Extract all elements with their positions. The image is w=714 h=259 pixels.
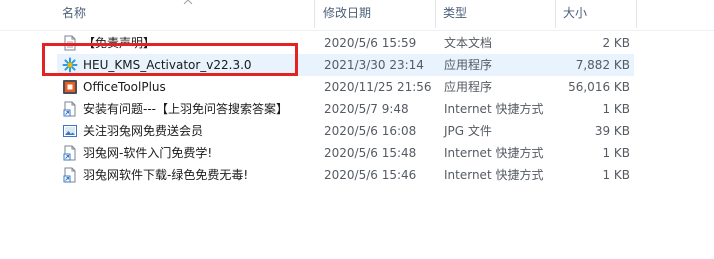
file-name: OfficeToolPlus: [83, 80, 166, 94]
internet-shortcut-icon: [63, 167, 76, 183]
column-header-type[interactable]: 类型: [443, 0, 467, 28]
file-date: 2020/5/6 15:59: [324, 36, 417, 50]
file-name: 羽兔网-软件入门免费学!: [83, 146, 213, 160]
file-row[interactable]: 关注羽兔网免费送会员 2020/5/6 16:08 JPG 文件 39 KB: [0, 120, 714, 142]
file-size: 39 KB: [594, 124, 630, 138]
file-date: 2020/5/6 15:46: [324, 168, 417, 182]
file-row[interactable]: OfficeToolPlus 2020/11/25 21:56 应用程序 56,…: [0, 76, 714, 98]
file-date: 2020/5/6 16:08: [324, 124, 417, 138]
internet-shortcut-icon: [63, 101, 76, 117]
file-date: 2020/11/25 21:56: [324, 80, 432, 94]
file-type: JPG 文件: [444, 124, 492, 138]
file-size: 1 KB: [602, 168, 630, 182]
file-date: 2021/3/30 23:14: [324, 58, 424, 72]
file-row[interactable]: 羽兔网-软件入门免费学! 2020/5/6 15:48 Internet 快捷方…: [0, 142, 714, 164]
file-size: 1 KB: [602, 102, 630, 116]
column-divider[interactable]: [636, 0, 637, 28]
file-size: 1 KB: [602, 146, 630, 160]
internet-shortcut-icon: [63, 145, 76, 161]
file-type: 应用程序: [444, 58, 493, 72]
file-type: 应用程序: [444, 80, 493, 94]
column-header-date[interactable]: 修改日期: [323, 0, 371, 28]
sort-up-arrow-icon: [183, 0, 193, 5]
file-row[interactable]: 羽兔网软件下载-绿色免费无毒! 2020/5/6 15:46 Internet …: [0, 164, 714, 186]
column-header-size[interactable]: 大小: [563, 0, 587, 28]
file-name: 关注羽兔网免费送会员: [83, 124, 204, 138]
file-type: Internet 快捷方式: [444, 102, 544, 116]
column-header-name[interactable]: 名称: [62, 0, 86, 28]
file-name: 羽兔网软件下载-绿色免费无毒!: [83, 168, 249, 182]
file-size: 56,016 KB: [568, 80, 630, 94]
file-date: 2020/5/7 9:48: [324, 102, 409, 116]
column-divider[interactable]: [314, 0, 315, 28]
file-date: 2020/5/6 15:48: [324, 146, 417, 160]
column-divider[interactable]: [435, 0, 436, 28]
file-size: 2 KB: [602, 36, 630, 50]
file-type: Internet 快捷方式: [444, 168, 544, 182]
office-tool-app-icon: [63, 80, 77, 94]
file-type: Internet 快捷方式: [444, 146, 544, 160]
column-divider[interactable]: [555, 0, 556, 28]
file-name: 安装有问题---【上羽免问答搜索答案】: [83, 102, 288, 116]
column-header-bar: 名称 修改日期 类型 大小: [0, 0, 714, 31]
file-type: 文本文档: [444, 36, 493, 50]
file-size: 7,882 KB: [575, 58, 630, 72]
jpg-image-icon: [63, 125, 77, 137]
file-row[interactable]: 安装有问题---【上羽免问答搜索答案】 2020/5/7 9:48 Intern…: [0, 98, 714, 120]
red-highlight-box: [42, 43, 298, 76]
